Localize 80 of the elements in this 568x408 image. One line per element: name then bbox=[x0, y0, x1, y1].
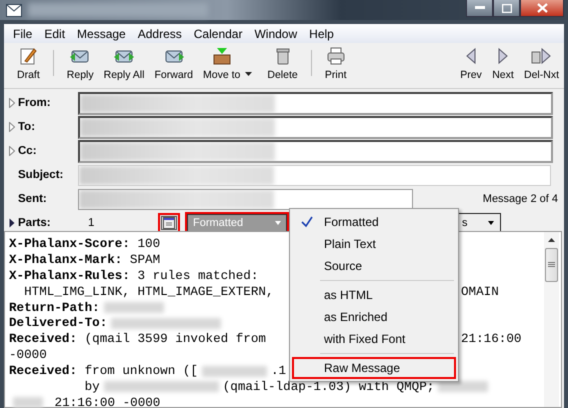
body-text: 21:16:00 -0000 bbox=[54, 396, 160, 408]
toolbar-button[interactable]: Forward bbox=[149, 46, 198, 81]
header-field[interactable] bbox=[78, 116, 553, 138]
body-text: OMAIN bbox=[461, 284, 499, 299]
body-text: -0000 bbox=[9, 348, 47, 362]
menu-item[interactable]: Message bbox=[72, 26, 133, 40]
body-text: SPAM bbox=[128, 252, 160, 267]
field-label: Subject: bbox=[18, 169, 64, 181]
grip-icon bbox=[548, 262, 555, 268]
menu-option[interactable]: Source bbox=[292, 255, 456, 277]
toolbar-button[interactable]: Del-Nxt bbox=[518, 46, 564, 81]
menu-item[interactable]: Calendar bbox=[188, 26, 250, 40]
body-text: 21:16:00 bbox=[461, 332, 522, 346]
header-field[interactable] bbox=[78, 140, 553, 162]
close-icon bbox=[536, 3, 548, 13]
caret-icon bbox=[275, 221, 281, 225]
printer-icon bbox=[324, 46, 347, 66]
toolbar-button[interactable]: Draft bbox=[12, 46, 45, 81]
menu-option[interactable]: as Enriched bbox=[292, 306, 456, 328]
caret-icon[interactable] bbox=[245, 72, 252, 76]
menu-item[interactable]: File bbox=[8, 26, 40, 40]
maximize-icon bbox=[502, 4, 512, 12]
toolbar-button[interactable]: Print bbox=[320, 46, 352, 81]
body-text: 100 bbox=[136, 236, 160, 251]
minimize-icon bbox=[474, 6, 484, 10]
field-label: Cc: bbox=[18, 145, 38, 157]
blurred-text bbox=[104, 302, 164, 313]
menu-item[interactable]: Help bbox=[304, 26, 341, 40]
scroll-thumb[interactable] bbox=[545, 248, 558, 282]
field-label: Parts: bbox=[18, 217, 52, 229]
menu-option[interactable]: as HTML bbox=[292, 284, 456, 306]
header-field[interactable] bbox=[78, 92, 553, 114]
checkmark-icon bbox=[301, 216, 313, 228]
body-text: 3 rules matched: bbox=[136, 268, 258, 283]
window-icon bbox=[163, 217, 175, 229]
header-name: Delivered-To: bbox=[9, 316, 108, 330]
minimize-button[interactable] bbox=[466, 0, 493, 17]
header-field[interactable] bbox=[78, 188, 413, 210]
header-name: X-Phalanx-Rules: bbox=[9, 268, 130, 283]
toolbar-button[interactable]: Next bbox=[486, 46, 519, 81]
header-field[interactable] bbox=[78, 164, 551, 186]
field-label: From: bbox=[18, 97, 52, 109]
maximize-button[interactable] bbox=[493, 0, 520, 17]
message-position: Message 2 of 4 bbox=[482, 193, 558, 205]
parts-count: 1 bbox=[88, 217, 96, 229]
menu-item[interactable]: Address bbox=[132, 26, 189, 40]
toolbar-button[interactable]: Delete bbox=[262, 46, 303, 81]
tray-icon bbox=[210, 46, 233, 66]
toolbar-button[interactable]: Prev bbox=[454, 46, 487, 81]
body-text: from unknown ([ bbox=[84, 364, 198, 378]
menu-option[interactable]: Plain Text bbox=[292, 233, 456, 255]
body-text: by bbox=[84, 380, 100, 394]
field-label: To: bbox=[18, 121, 36, 133]
body-text: .1 bbox=[270, 364, 286, 378]
header-name: X-Phalanx-Mark: bbox=[9, 252, 122, 267]
toolbar-button[interactable]: Move to bbox=[198, 46, 246, 81]
header-name: Received: bbox=[9, 332, 78, 346]
blurred-text bbox=[202, 366, 267, 377]
toolbar-button[interactable]: Reply All bbox=[98, 46, 150, 81]
envelope-icon bbox=[6, 4, 22, 16]
blurred-text bbox=[438, 381, 488, 392]
header-name: X-Phalanx-Score: bbox=[9, 236, 130, 251]
expand-icon[interactable] bbox=[9, 218, 15, 228]
menu-option[interactable]: with Fixed Font bbox=[292, 328, 456, 350]
body-text: HTML_IMG_LINK, HTML_IMAGE_EXTERN, bbox=[23, 284, 274, 299]
layout-button[interactable] bbox=[158, 213, 180, 233]
body-text: (qmail-ldap-1.03) with QMQP; bbox=[222, 380, 434, 394]
up-arrow-icon[interactable] bbox=[548, 238, 555, 242]
caret-icon bbox=[488, 221, 494, 225]
menu-item[interactable]: Edit bbox=[39, 26, 72, 40]
body-text: (qmail 3599 invoked from bbox=[84, 332, 266, 346]
field-label: Sent: bbox=[18, 193, 48, 205]
menu-item[interactable]: Window bbox=[249, 26, 304, 40]
menu-option[interactable]: Raw Message bbox=[292, 357, 456, 379]
blurred-text bbox=[13, 397, 43, 408]
header-name: Received: bbox=[9, 364, 78, 378]
scrollbar[interactable] bbox=[544, 232, 559, 407]
header-name: Return-Path: bbox=[9, 300, 100, 314]
close-button[interactable] bbox=[520, 0, 564, 17]
toolbar-button[interactable]: Reply bbox=[62, 46, 99, 81]
